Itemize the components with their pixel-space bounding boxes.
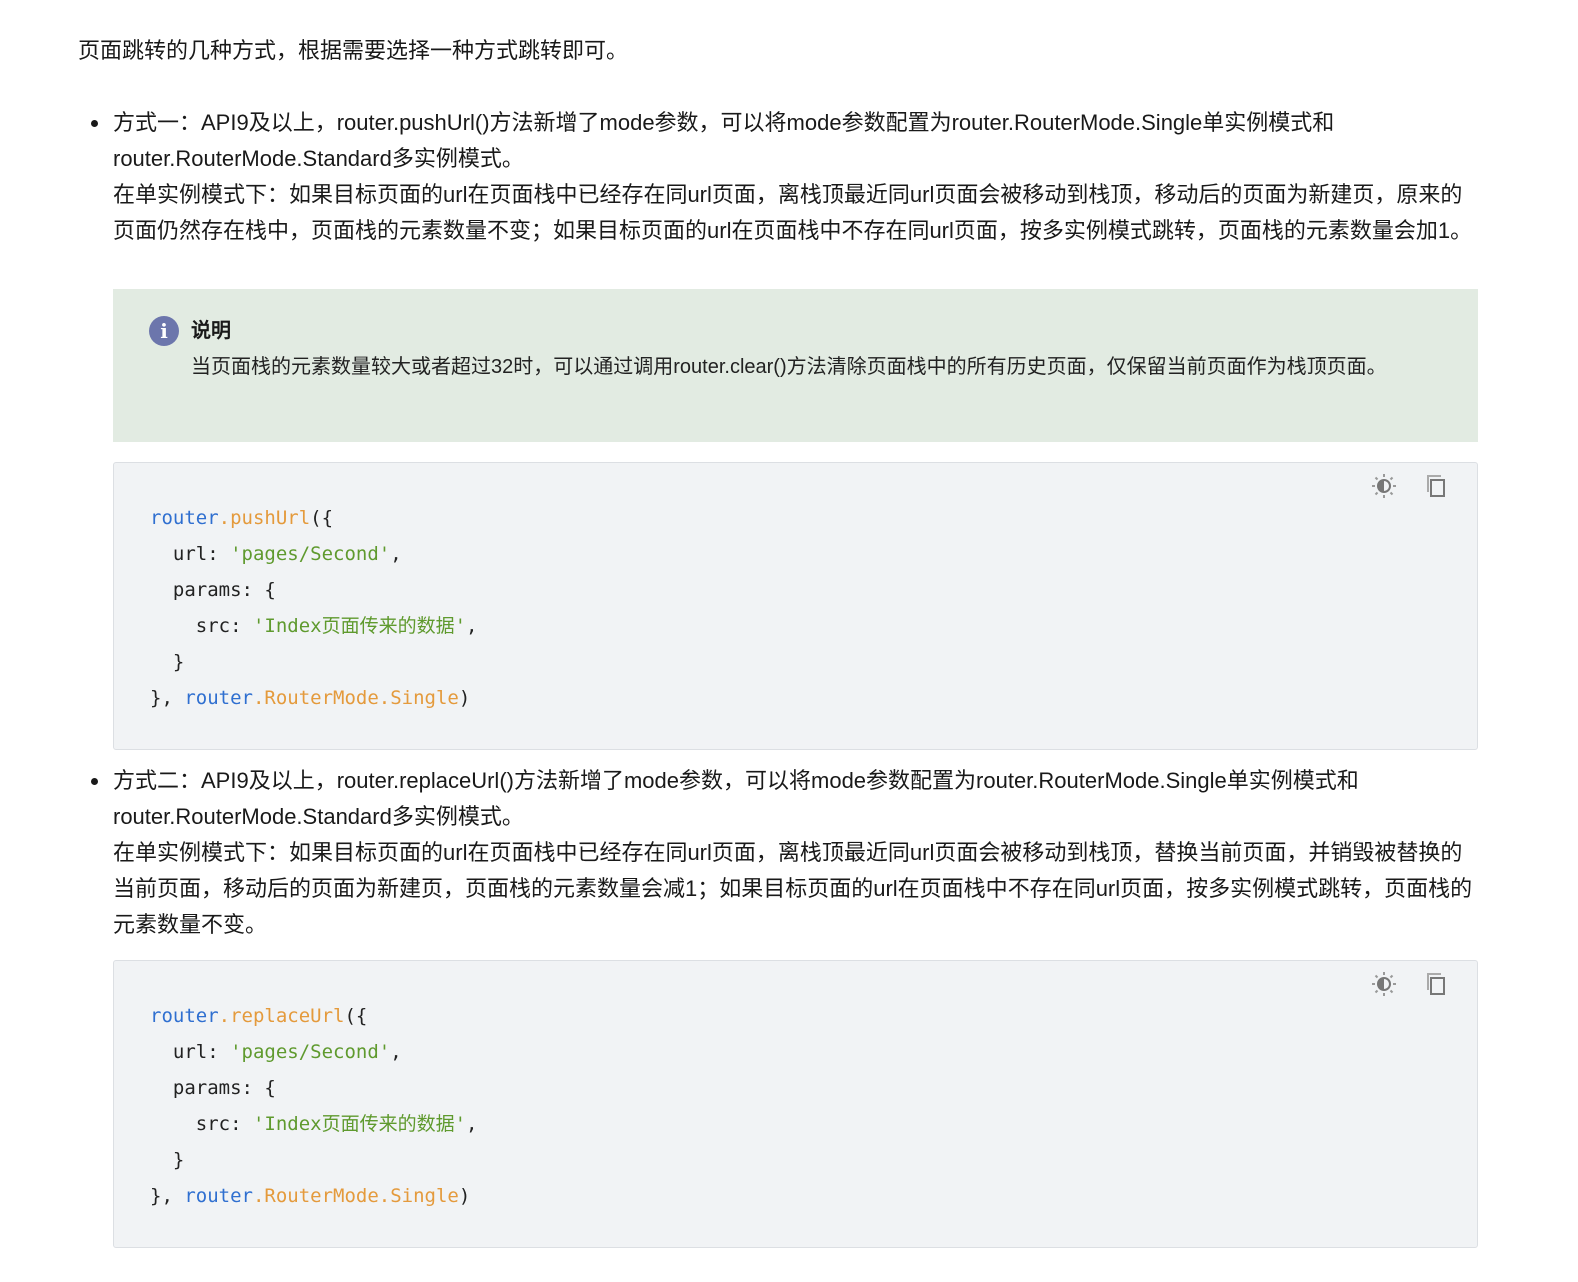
code-line: } xyxy=(150,1142,477,1178)
code-token: ) xyxy=(458,1185,471,1207)
code-line: }, router.RouterMode.Single) xyxy=(150,680,477,716)
code-token: ) xyxy=(458,687,471,709)
code-token: ({ xyxy=(344,1005,368,1027)
code-block: router.replaceUrl({ url: 'pages/Second',… xyxy=(113,960,1478,1248)
code-token: src: xyxy=(150,615,253,637)
list-item-method-2: 方式二：API9及以上，router.replaceUrl()方法新增了mode… xyxy=(91,763,1481,943)
code-token: 'pages/Second' xyxy=(230,543,391,565)
copy-icon[interactable] xyxy=(1423,971,1449,997)
method-detail: 在单实例模式下：如果目标页面的url在页面栈中已经存在同url页面，离栈顶最近同… xyxy=(113,182,1473,243)
copy-icon[interactable] xyxy=(1423,473,1449,499)
method-detail: 在单实例模式下：如果目标页面的url在页面栈中已经存在同url页面，离栈顶最近同… xyxy=(113,840,1473,937)
bullet-dot xyxy=(91,778,98,785)
code-line: router.replaceUrl({ xyxy=(150,998,477,1034)
code-token: params: { xyxy=(150,579,276,601)
code-content: router.pushUrl({ url: 'pages/Second', pa… xyxy=(150,500,477,716)
note-box: i 说明 当页面栈的元素数量较大或者超过32时，可以通过调用router.cle… xyxy=(113,289,1478,442)
note-text: 当页面栈的元素数量较大或者超过32时，可以通过调用router.clear()方… xyxy=(191,356,1387,378)
info-icon: i xyxy=(149,316,179,346)
code-token: 'Index页面传来的数据' xyxy=(252,615,467,637)
code-token: src: xyxy=(150,1113,253,1135)
code-token: }, xyxy=(150,687,185,709)
code-token: , xyxy=(390,543,402,565)
code-token: , xyxy=(466,615,478,637)
code-token: , xyxy=(466,1113,478,1135)
code-block: router.pushUrl({ url: 'pages/Second', pa… xyxy=(113,462,1478,750)
code-token: .RouterMode.Single xyxy=(252,687,459,709)
note-title: 说明 xyxy=(191,320,231,342)
code-token: 'Index页面传来的数据' xyxy=(252,1113,467,1135)
code-token: ({ xyxy=(310,507,334,529)
method-title: 方式二：API9及以上，router.replaceUrl()方法新增了mode… xyxy=(113,768,1359,829)
code-token: } xyxy=(150,651,185,673)
code-line: params: { xyxy=(150,1070,477,1106)
code-content: router.replaceUrl({ url: 'pages/Second',… xyxy=(150,998,477,1214)
bullet-dot xyxy=(91,120,98,127)
code-token: } xyxy=(150,1149,185,1171)
code-line: }, router.RouterMode.Single) xyxy=(150,1178,477,1214)
code-token: .RouterMode.Single xyxy=(252,1185,459,1207)
code-line: url: 'pages/Second', xyxy=(150,1034,477,1070)
code-line: } xyxy=(150,644,477,680)
code-token: .replaceUrl xyxy=(218,1005,345,1027)
code-token: url: xyxy=(150,543,231,565)
code-line: router.pushUrl({ xyxy=(150,500,477,536)
code-token: .pushUrl xyxy=(218,507,311,529)
code-token: params: { xyxy=(150,1077,276,1099)
code-line: src: 'Index页面传来的数据', xyxy=(150,1106,478,1142)
code-line: params: { xyxy=(150,572,477,608)
code-token: }, xyxy=(150,1185,185,1207)
code-token: router xyxy=(150,507,219,529)
code-token: url: xyxy=(150,1041,231,1063)
code-token: router xyxy=(184,687,253,709)
code-line: url: 'pages/Second', xyxy=(150,536,477,572)
list-item-method-1: 方式一：API9及以上，router.pushUrl()方法新增了mode参数，… xyxy=(91,105,1481,249)
method-title: 方式一：API9及以上，router.pushUrl()方法新增了mode参数，… xyxy=(113,110,1335,171)
code-line: src: 'Index页面传来的数据', xyxy=(150,608,478,644)
code-token: 'pages/Second' xyxy=(230,1041,391,1063)
theme-toggle-icon[interactable] xyxy=(1371,473,1397,499)
code-token: , xyxy=(390,1041,402,1063)
intro-text: 页面跳转的几种方式，根据需要选择一种方式跳转即可。 xyxy=(78,38,629,63)
code-token: router xyxy=(150,1005,219,1027)
theme-toggle-icon[interactable] xyxy=(1371,971,1397,997)
code-token: router xyxy=(184,1185,253,1207)
